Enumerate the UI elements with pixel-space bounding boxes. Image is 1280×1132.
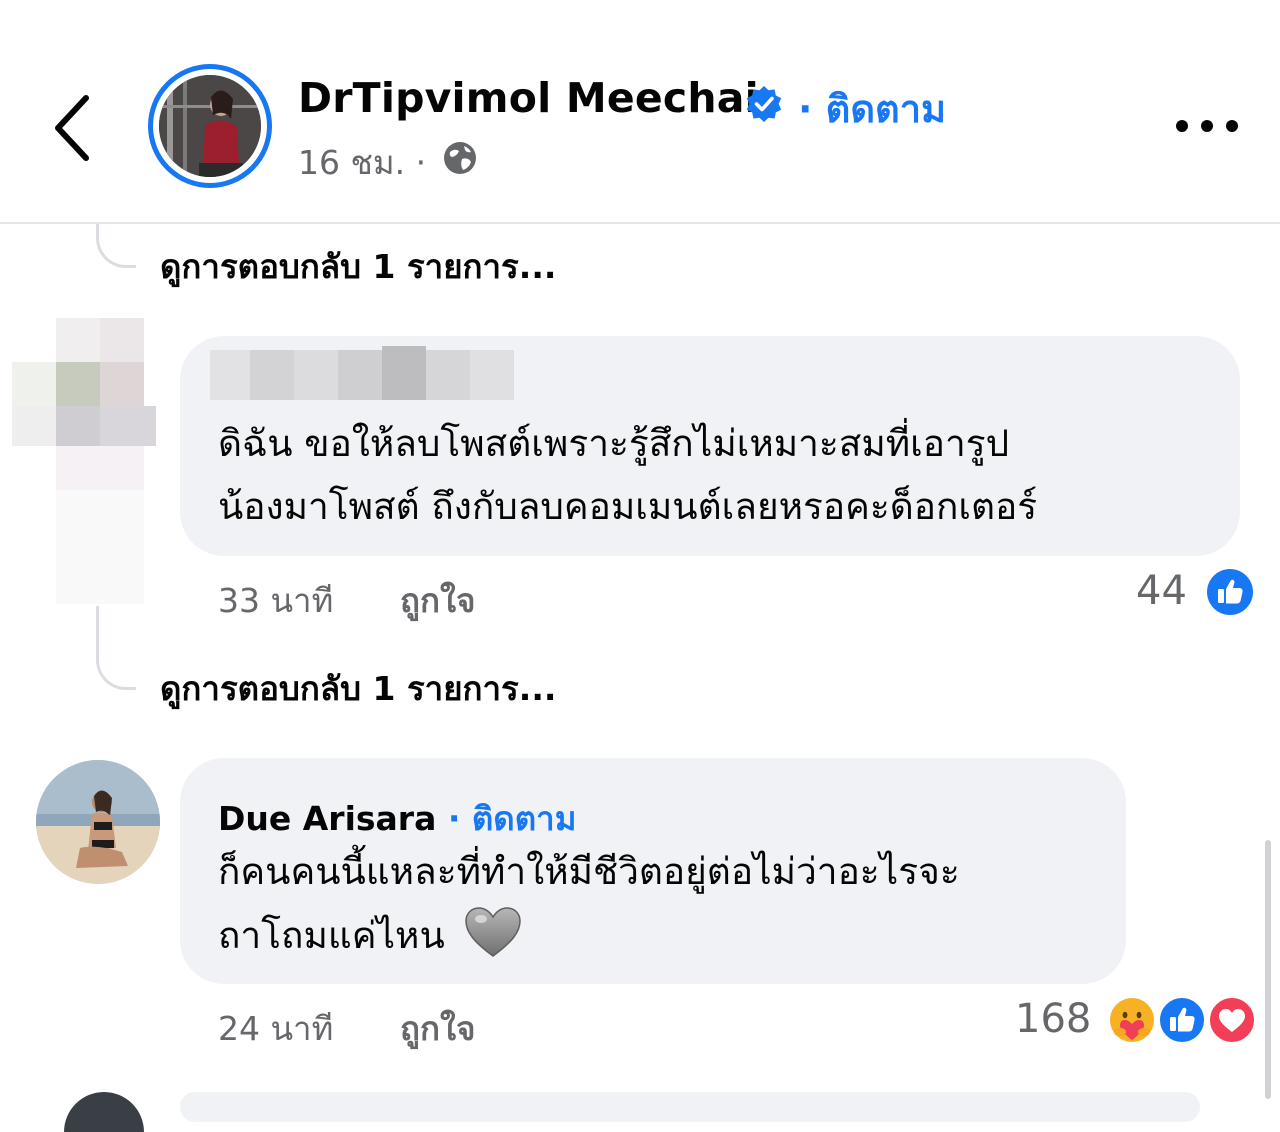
like-reaction-icon: [1158, 996, 1206, 1044]
blurred-avatar: [12, 318, 156, 604]
reaction-count[interactable]: 44: [1136, 568, 1187, 614]
care-reaction-icon: [1108, 996, 1156, 1044]
commenter-avatar[interactable]: [36, 760, 160, 884]
comment-text-line: น้องมาโพสต์ ถึงกับลบคอมเมนต์เลยหรอคะด็อก…: [218, 485, 1038, 528]
view-replies-link[interactable]: ดูการตอบกลับ 1 รายการ...: [160, 240, 556, 293]
grey-heart-emoji: [465, 907, 521, 957]
back-icon[interactable]: [42, 88, 112, 168]
scrollbar[interactable]: [1265, 840, 1271, 1099]
like-reaction-icon: [1207, 569, 1253, 615]
verified-badge-icon: [746, 86, 782, 122]
comment-time[interactable]: 33 นาที: [218, 574, 333, 627]
thread-connector: [96, 606, 136, 690]
view-replies-link[interactable]: ดูการตอบกลับ 1 รายการ...: [160, 662, 556, 715]
comment-text-line-wrap: ถาโถมแค่ไหน: [218, 906, 522, 965]
post-timestamp[interactable]: 16 ชม. ·: [298, 136, 426, 189]
follow-button[interactable]: · ติดตาม: [448, 799, 577, 838]
page-name[interactable]: DrTipvimol Meechai: [298, 74, 759, 122]
comment-text-line: ถาโถมแค่ไหน: [218, 914, 445, 957]
comment-author[interactable]: Due Arisara · ติดตาม: [218, 792, 576, 845]
reaction-count[interactable]: 168: [1015, 996, 1091, 1042]
header-divider: [0, 222, 1280, 224]
follow-button[interactable]: · ติดตาม: [798, 78, 946, 139]
page-avatar[interactable]: [159, 75, 261, 177]
next-comment-bubble: [180, 1092, 1200, 1122]
post-header: DrTipvimol Meechai · ติดตาม 16 ชม. ·: [0, 0, 1280, 224]
comment-time[interactable]: 24 นาที: [218, 1002, 333, 1055]
like-button[interactable]: ถูกใจ: [400, 574, 475, 627]
love-reaction-icon: [1208, 996, 1256, 1044]
redacted-author-name: [210, 346, 514, 400]
globe-icon: [444, 142, 476, 174]
thread-connector: [96, 224, 136, 268]
like-button[interactable]: ถูกใจ: [400, 1002, 475, 1055]
author-name[interactable]: Due Arisara: [218, 799, 436, 838]
next-commenter-avatar: [64, 1092, 144, 1132]
comment-text-line: ดิฉัน ขอให้ลบโพสต์เพราะรู้สึกไม่เหมาะสมท…: [218, 422, 1010, 465]
more-icon[interactable]: [1172, 106, 1242, 146]
comment-text-line: ก็คนคนนี้แหละที่ทำให้มีชีวิตอยู่ต่อไม่ว่…: [218, 850, 960, 893]
